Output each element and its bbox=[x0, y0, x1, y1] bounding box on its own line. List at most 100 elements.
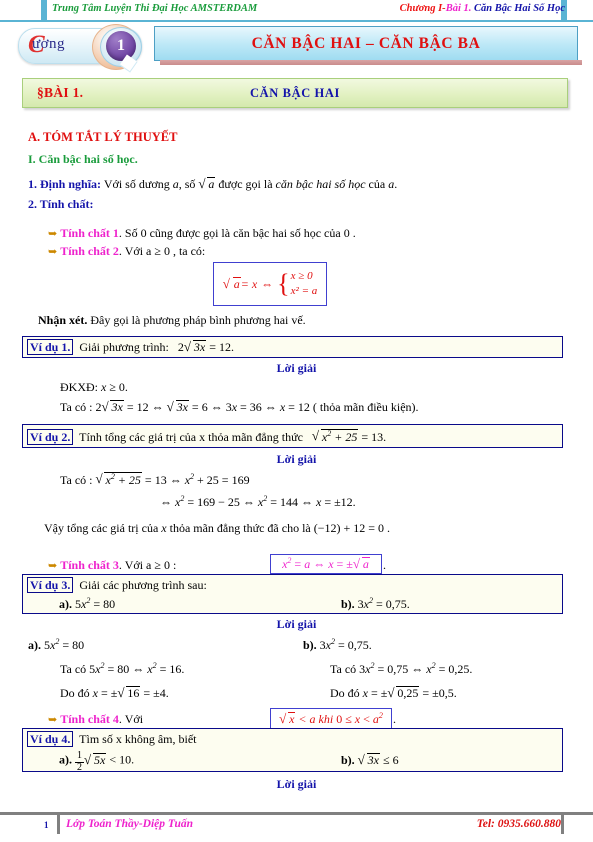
definition-label: 1. Định nghĩa: bbox=[28, 177, 102, 191]
example-4-solution-header: Lời giải bbox=[276, 777, 317, 791]
footer-phone: Tel: 0935.660.880 bbox=[476, 818, 561, 830]
header-chapter: Chương I- bbox=[399, 3, 446, 14]
example-1-prompt: Ví dụ 1. Giải phương trình: 23x = 12. bbox=[27, 339, 234, 355]
property-1-line: ➥ Tính chất 1. Số 0 cũng được gọi là căn… bbox=[48, 226, 356, 241]
formula3-text: x2 = a ⇔ x = ±a bbox=[282, 556, 370, 572]
example-1-line-2: Ta có : 23x = 12 ⇔ 3x = 6 ⇔ 3x = 36 ⇔ x … bbox=[60, 399, 419, 415]
example-2-box: Ví dụ 2. Tính tổng các giá trị của x thỏ… bbox=[22, 424, 563, 448]
property-4-text: . Với bbox=[118, 712, 144, 726]
property-3-line: ➥ Tính chất 3. Với a ≥ 0 : bbox=[48, 558, 176, 573]
example-3-sol-b-line2: Do đó x = ±0,25 = ±0,5. bbox=[330, 685, 457, 701]
chapter-banner-area: C ương 1 CĂN BẬC HAI – CĂN BẬC BA bbox=[18, 24, 582, 73]
example-2-line-2: ⇔ x2 = 169 − 25 ⇔ x2 = 144 ⇔ x = ±12. bbox=[160, 494, 356, 509]
example-3-prompt: Ví dụ 3. Giải các phương trình sau: bbox=[27, 577, 207, 593]
definition-italic-term: căn bậc hai số học bbox=[275, 177, 366, 191]
bullet-icon: ➥ bbox=[48, 228, 58, 240]
bullet-icon: ➥ bbox=[48, 560, 58, 572]
definition-text-3: được gọi là bbox=[218, 177, 273, 191]
header-topic: Căn Bậc Hai Số Học bbox=[471, 3, 565, 14]
header-tab-left bbox=[41, 0, 47, 20]
formula-box-3: x2 = a ⇔ x = ±a bbox=[270, 554, 382, 574]
definition-sqrt-a: a bbox=[198, 176, 216, 192]
header-lesson: Bài 1. bbox=[445, 3, 472, 14]
bullet-icon: ➥ bbox=[48, 246, 58, 258]
lesson-title-bar: §BÀI 1. CĂN BẬC HAI bbox=[22, 78, 568, 108]
footer-tab-left bbox=[57, 812, 60, 834]
property-4-line: ➥ Tính chất 4. Với bbox=[48, 712, 143, 727]
chapter-number-circle: 1 bbox=[106, 31, 136, 61]
lesson-title-text: CĂN BẬC HAI bbox=[250, 86, 340, 100]
definition-text-2: , số bbox=[178, 177, 196, 191]
example-3-sol-b-head: b). 3x2 = 0,75. bbox=[303, 637, 372, 652]
example-1-box: Ví dụ 1. Giải phương trình: 23x = 12. bbox=[22, 336, 563, 358]
example-2-line-3: Vậy tổng các giá trị của x thỏa mãn đẳng… bbox=[44, 521, 391, 535]
example-1-prompt-math: 23x = 12. bbox=[178, 339, 234, 355]
definition-text-4: của bbox=[368, 177, 386, 191]
remark-line: Nhận xét. Đây gọi là phương pháp bình ph… bbox=[38, 313, 306, 328]
document-page: Trung Tâm Luyện Thi Đại Học AMSTERDAM Ch… bbox=[0, 0, 593, 842]
property-4-label: Tính chất 4 bbox=[60, 712, 119, 726]
formula1-row-1: x ≥ 0 bbox=[290, 270, 313, 283]
brace-icon: { bbox=[277, 269, 290, 298]
example-4-part-b: b). 3x ≤ 6 bbox=[341, 752, 399, 768]
chapter-word: ương bbox=[32, 36, 66, 52]
properties-heading: 2. Tính chất: bbox=[28, 197, 94, 211]
formula1-brace: { x ≥ 0 x² = a bbox=[277, 269, 317, 299]
definition-period: . bbox=[394, 177, 398, 191]
formula-box-1: a = x ⇔ { x ≥ 0 x² = a bbox=[213, 262, 327, 306]
property-2-line: ➥ Tính chất 2. Với a ≥ 0 , ta có: bbox=[48, 244, 205, 259]
formula1-arrow: ⇔ bbox=[261, 276, 274, 291]
property-2-text: . Với a ≥ 0 , ta có: bbox=[118, 244, 206, 258]
section-a-heading: A. TÓM TẮT LÝ THUYẾT bbox=[28, 130, 178, 144]
property-3-label: Tính chất 3 bbox=[60, 558, 119, 572]
footer-rule bbox=[0, 812, 593, 815]
formula-4-period: . bbox=[393, 712, 396, 726]
formula4-text: x < a khi 0 ≤ x < a2 bbox=[279, 711, 383, 727]
remark-label: Nhận xét. bbox=[38, 313, 88, 327]
example-1-solution-header: Lời giải bbox=[276, 361, 317, 375]
formula1-row-2: x² = a bbox=[290, 285, 318, 297]
example-3-part-a: a). 5x2 = 80 bbox=[59, 596, 116, 611]
example-2-prompt-text: Tính tổng các giá trị của x thỏa mãn đẳn… bbox=[79, 430, 303, 444]
property-1-label: Tính chất 1 bbox=[60, 226, 119, 240]
section-i-heading: I. Căn bậc hai số học. bbox=[28, 152, 138, 166]
header-chapter-info: Chương I-Bài 1. Căn Bậc Hai Số Học bbox=[400, 3, 565, 14]
example-2-solution-header: Lời giải bbox=[276, 452, 317, 466]
example-2-line-1: Ta có : x2 + 25 = 13 ⇔ x2 + 25 = 169 bbox=[60, 471, 250, 488]
example-1-label: Ví dụ 1. bbox=[27, 339, 74, 355]
bullet-icon: ➥ bbox=[48, 714, 58, 726]
example-3-sol-a-line2: Do đó x = ±16 = ±4. bbox=[60, 685, 169, 701]
example-3-sol-b-line1: Ta có 3x2 = 0,75 ⇔ x2 = 0,25. bbox=[330, 661, 473, 676]
example-3-box: Ví dụ 3. Giải các phương trình sau: a). … bbox=[22, 574, 563, 614]
example-4-prompt-text: Tìm số x không âm, biết bbox=[79, 732, 197, 746]
chapter-title-text: CĂN BẬC HAI – CĂN BẬC BA bbox=[251, 34, 481, 52]
banner-shadow-bar bbox=[160, 60, 582, 65]
definition-line: 1. Định nghĩa: Với số dương a, số a được… bbox=[28, 176, 398, 192]
definition-text-1: Với số dương bbox=[103, 177, 170, 191]
example-3-solution-header: Lời giải bbox=[276, 617, 317, 631]
running-header: Trung Tâm Luyện Thi Đại Học AMSTERDAM Ch… bbox=[0, 0, 593, 22]
chapter-title-banner: CĂN BẬC HAI – CĂN BẬC BA bbox=[154, 26, 578, 61]
footer-tab-right bbox=[561, 812, 564, 834]
example-2-prompt-math: x2 + 25 = 13. bbox=[312, 428, 386, 444]
example-3-sol-a-line1: Ta có 5x2 = 80 ⇔ x2 = 16. bbox=[60, 661, 185, 676]
formula-3-period: . bbox=[383, 558, 386, 572]
property-1-text: . Số 0 cũng được gọi là căn bậc hai số h… bbox=[118, 226, 356, 240]
header-center-name: Trung Tâm Luyện Thi Đại Học AMSTERDAM bbox=[52, 3, 258, 14]
example-2-label: Ví dụ 2. bbox=[27, 429, 74, 445]
example-4-box: Ví dụ 4. Tìm số x không âm, biết a). 125… bbox=[22, 728, 563, 772]
example-4-prompt: Ví dụ 4. Tìm số x không âm, biết bbox=[27, 731, 197, 747]
example-4-part-a: a). 125x < 10. bbox=[59, 750, 134, 773]
formula1-lhs: = x bbox=[240, 276, 258, 291]
formula1-rows: x ≥ 0 x² = a bbox=[291, 269, 318, 299]
example-4-label: Ví dụ 4. bbox=[27, 731, 74, 747]
example-2-prompt: Ví dụ 2. Tính tổng các giá trị của x thỏ… bbox=[27, 428, 386, 445]
remark-text: Đây gọi là phương pháp bình phương hai v… bbox=[90, 313, 306, 327]
example-3-prompt-text: Giải các phương trình sau: bbox=[79, 578, 207, 592]
formula1-sqrt: a bbox=[223, 276, 241, 292]
example-3-label: Ví dụ 3. bbox=[27, 577, 74, 593]
property-2-label: Tính chất 2 bbox=[60, 244, 119, 258]
example-3-sol-a-head: a). 5x2 = 80 bbox=[28, 637, 85, 652]
example-3-part-b: b). 3x2 = 0,75. bbox=[341, 596, 410, 611]
example-1-prompt-text: Giải phương trình: bbox=[79, 340, 169, 354]
